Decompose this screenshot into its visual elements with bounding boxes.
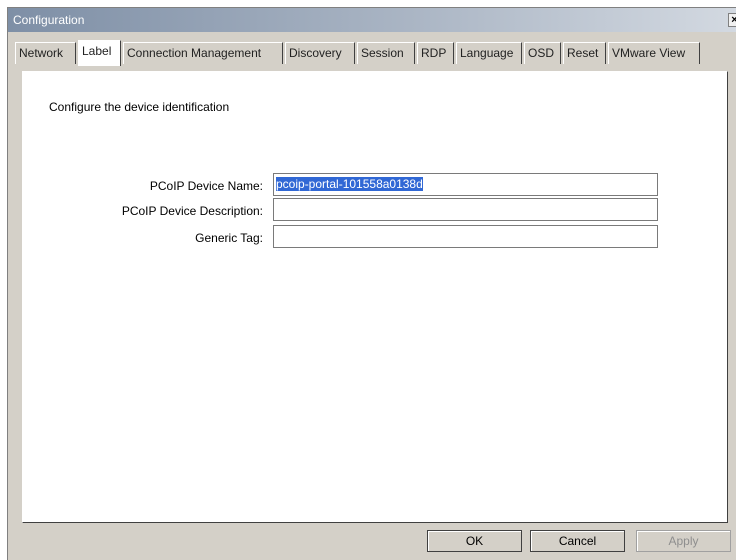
generic-tag-label: Generic Tag:	[195, 231, 263, 245]
ok-button[interactable]: OK	[427, 530, 522, 552]
title-bar[interactable]: Configuration ×	[8, 8, 736, 32]
tab-osd[interactable]: OSD	[524, 42, 561, 64]
tab-label[interactable]: Label	[78, 40, 121, 66]
tab-reset[interactable]: Reset	[563, 42, 606, 64]
tab-connection-management[interactable]: Connection Management	[123, 42, 283, 64]
device-name-input[interactable]: pcoip-portal-101558a0138d	[273, 173, 658, 196]
close-icon[interactable]: ×	[728, 13, 736, 27]
device-name-value: pcoip-portal-101558a0138d	[276, 177, 423, 191]
device-description-label: PCoIP Device Description:	[121, 204, 263, 218]
tab-rdp[interactable]: RDP	[417, 42, 454, 64]
tab-network[interactable]: Network	[15, 42, 76, 64]
tab-vmware-view[interactable]: VMware View	[608, 42, 700, 64]
tab-discovery[interactable]: Discovery	[285, 42, 355, 64]
tab-session[interactable]: Session	[357, 42, 415, 64]
apply-button[interactable]: Apply	[636, 530, 731, 552]
device-name-label: PCoIP Device Name:	[149, 179, 263, 193]
tab-language[interactable]: Language	[456, 42, 522, 64]
cancel-button[interactable]: Cancel	[530, 530, 625, 552]
window-title: Configuration	[13, 13, 85, 27]
device-description-input[interactable]	[273, 198, 658, 221]
panel-heading: Configure the device identification	[49, 100, 230, 114]
generic-tag-input[interactable]	[273, 225, 658, 248]
tab-bar: Network Label Connection Management Disc…	[15, 40, 705, 66]
label-tab-panel: Configure the device identification PCoI…	[22, 71, 728, 523]
